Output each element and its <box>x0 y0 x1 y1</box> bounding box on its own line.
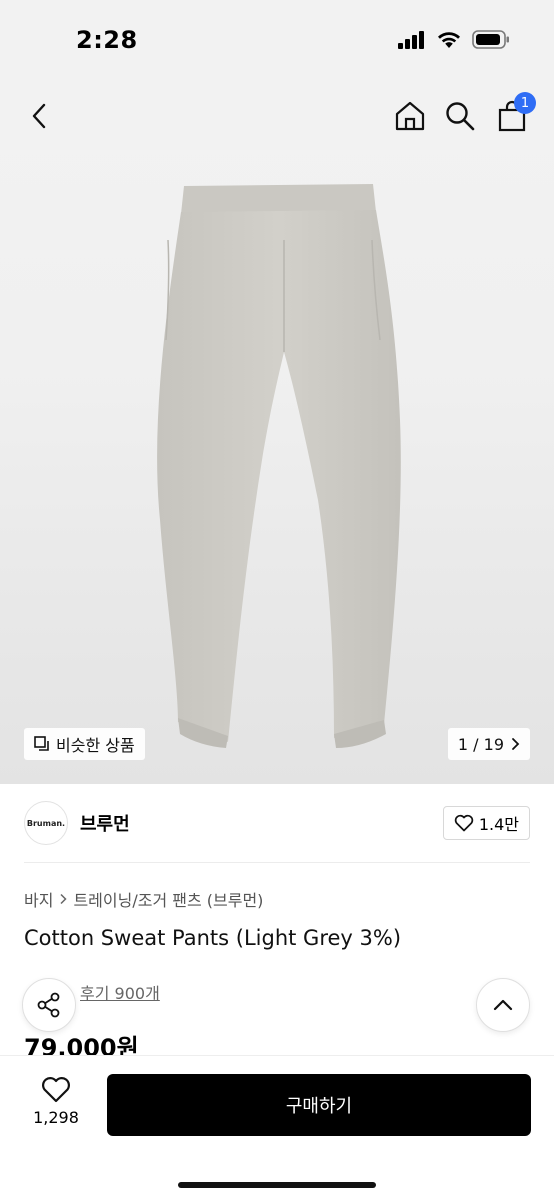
chevron-right-icon <box>512 738 520 750</box>
cellular-signal-icon <box>398 30 424 49</box>
chevron-right-icon <box>60 893 68 905</box>
cart-count-badge: 1 <box>514 92 536 114</box>
image-pager-text: 1 / 19 <box>457 734 504 754</box>
share-icon <box>37 992 60 1018</box>
home-indicator <box>178 1182 376 1188</box>
search-icon <box>446 102 475 131</box>
home-button[interactable] <box>390 96 430 136</box>
breadcrumb-category[interactable]: 바지 <box>24 887 53 911</box>
similar-products-label: 비슷한 상품 <box>56 736 135 755</box>
status-time: 2:28 <box>76 26 138 54</box>
home-icon <box>395 101 425 131</box>
buy-button[interactable]: 구매하기 <box>107 1074 531 1136</box>
breadcrumb-subcategory[interactable]: 트레이닝/조거 팬츠 (브루먼) <box>73 887 263 911</box>
chevron-left-icon <box>32 103 46 129</box>
brand-logo-text: Bruman. <box>26 818 66 828</box>
battery-icon <box>472 30 509 49</box>
wishlist-button[interactable]: 1,298 <box>28 1076 84 1127</box>
top-nav: 1 <box>0 92 554 146</box>
purchase-bar: 1,298 구매하기 <box>0 1055 554 1200</box>
status-bar: 2:28 <box>0 0 554 82</box>
similar-items-icon <box>34 736 49 751</box>
brand-logo[interactable]: Bruman. <box>24 801 68 845</box>
review-link[interactable]: 후기 900개 <box>80 980 160 1004</box>
product-title: Cotton Sweat Pants (Light Grey 3%) <box>24 926 402 950</box>
divider <box>24 862 530 863</box>
buy-button-label: 구매하기 <box>285 1096 353 1117</box>
breadcrumb: 바지 트레이닝/조거 팬츠 (브루먼) <box>24 887 263 911</box>
scroll-top-button[interactable] <box>476 978 530 1032</box>
wifi-icon <box>438 32 460 48</box>
cart-button[interactable]: 1 <box>492 92 536 136</box>
heart-icon <box>42 1077 70 1103</box>
back-button[interactable] <box>20 96 60 136</box>
status-icons <box>398 30 510 49</box>
similar-products-button[interactable]: 비슷한 상품 <box>24 728 145 760</box>
search-button[interactable] <box>440 96 480 136</box>
sweat-pants-image <box>157 184 401 748</box>
brand-name[interactable]: 브루먼 <box>80 810 130 836</box>
product-image[interactable] <box>0 82 554 784</box>
image-pager[interactable]: 1 / 19 <box>447 728 530 760</box>
brand-like-button[interactable]: 1.4만 <box>442 806 530 840</box>
share-button[interactable] <box>22 978 76 1032</box>
chevron-up-icon <box>493 999 513 1011</box>
brand-row: Bruman. 브루먼 1.4만 <box>24 800 530 846</box>
wishlist-count: 1,298 <box>33 1108 79 1127</box>
heart-icon <box>454 814 474 832</box>
brand-like-count: 1.4만 <box>478 815 519 834</box>
